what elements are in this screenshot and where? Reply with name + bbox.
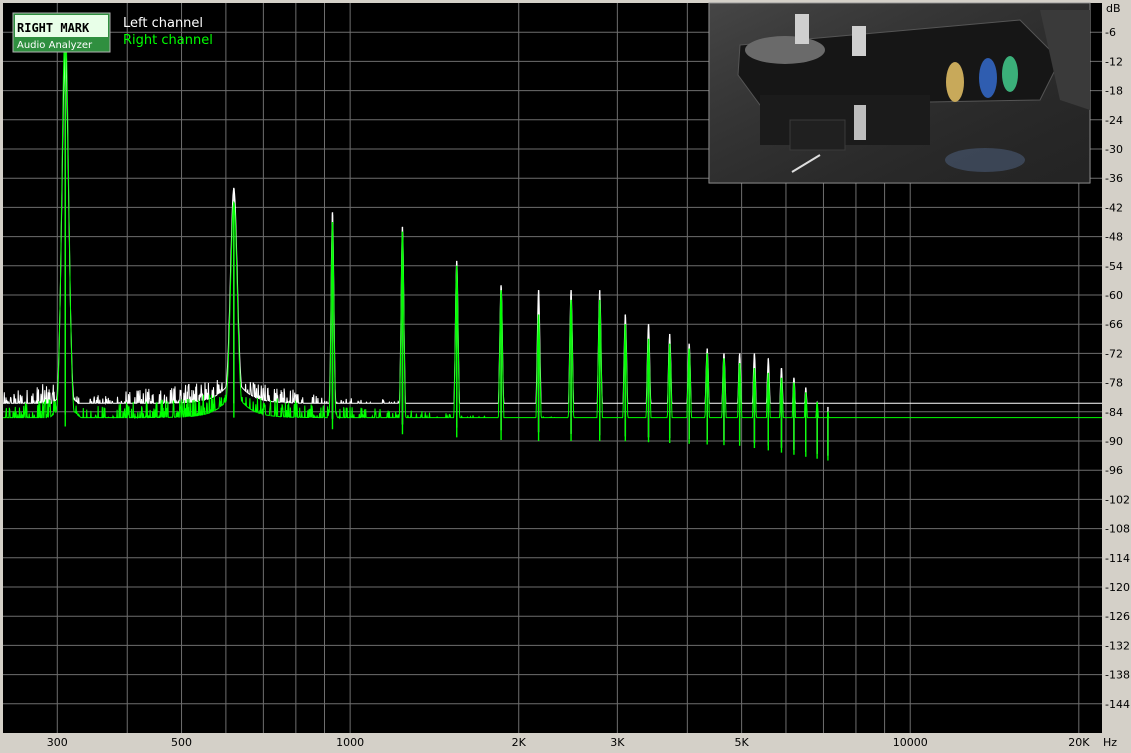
- x-axis-ticks: 300 500 1000 2K 3K 5K 10000 20K: [47, 736, 1090, 749]
- y-tick-label: -114: [1105, 552, 1130, 565]
- x-tick-label: 5K: [735, 736, 750, 749]
- x-tick-label: 300: [47, 736, 68, 749]
- y-tick-label: -78: [1105, 377, 1123, 390]
- y-tick-label: -54: [1105, 260, 1123, 273]
- y-tick-label: -90: [1105, 435, 1123, 448]
- logo-subtitle: Audio Analyzer: [17, 40, 93, 51]
- y-tick-label: -144: [1105, 698, 1130, 711]
- y-tick-label: -108: [1105, 523, 1130, 536]
- y-tick-label: -6: [1105, 26, 1116, 39]
- y-tick-label: -24: [1105, 114, 1123, 127]
- x-tick-label: 500: [171, 736, 192, 749]
- y-tick-label: -36: [1105, 172, 1123, 185]
- logo-title: RIGHT MARK: [17, 21, 90, 35]
- y-tick-label: -48: [1105, 231, 1123, 244]
- y-tick-label: -84: [1105, 406, 1123, 419]
- y-tick-label: -138: [1105, 669, 1130, 682]
- x-tick-label: 10000: [893, 736, 928, 749]
- y-tick-label: -18: [1105, 85, 1123, 98]
- x-tick-label: 20K: [1068, 736, 1090, 749]
- x-tick-label: 3K: [610, 736, 625, 749]
- y-tick-label: -72: [1105, 347, 1123, 360]
- y-tick-label: -12: [1105, 55, 1123, 68]
- y-tick-label: -42: [1105, 201, 1123, 214]
- x-tick-label: 1000: [336, 736, 364, 749]
- y-axis-ticks: -6 -12 -18 -24 -30 -36 -42 -48 -54 -60 -66 -72 -78 -8…: [1105, 26, 1130, 711]
- cartridge-photo: [708, 2, 1091, 184]
- y-tick-label: -30: [1105, 143, 1123, 156]
- y-tick-label: -120: [1105, 581, 1130, 594]
- y-tick-label: -96: [1105, 464, 1123, 477]
- y-tick-label: -132: [1105, 639, 1130, 652]
- y-tick-label: -102: [1105, 493, 1130, 506]
- y-tick-label: -126: [1105, 610, 1130, 623]
- y-tick-label: -60: [1105, 289, 1123, 302]
- spectrum-chart: -6 -12 -18 -24 -30 -36 -42 -48 -54 -60 -66 -72 -78 -8…: [3, 2, 1130, 749]
- y-axis-label: dB: [1106, 2, 1121, 15]
- x-axis-label: Hz: [1103, 736, 1117, 749]
- x-tick-label: 2K: [512, 736, 527, 749]
- rightmark-logo: RIGHT MARK Audio Analyzer: [12, 12, 111, 53]
- chart-window: -6 -12 -18 -24 -30 -36 -42 -48 -54 -60 -66 -72 -78 -8…: [0, 0, 1131, 753]
- legend-right-channel: Right channel: [123, 33, 213, 48]
- legend-left-channel: Left channel: [123, 16, 203, 31]
- y-tick-label: -66: [1105, 318, 1123, 331]
